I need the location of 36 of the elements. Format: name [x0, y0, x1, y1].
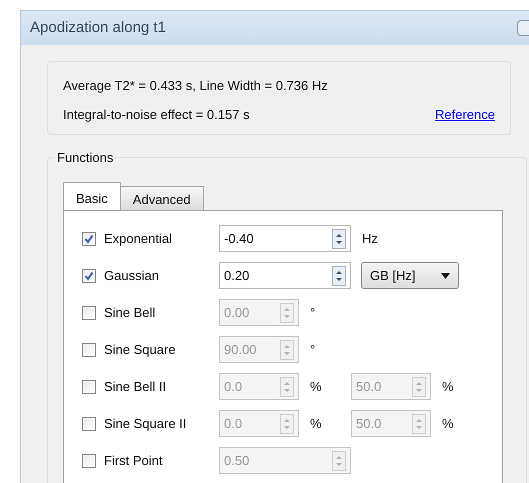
checkbox[interactable]: [82, 306, 96, 320]
function-label: Sine Square: [104, 340, 176, 359]
function-label: Sine Bell II: [104, 378, 166, 396]
check-icon: [84, 234, 94, 244]
window-title: Apodization along t1: [30, 18, 166, 38]
unit-label: °: [310, 304, 316, 322]
checkbox[interactable]: [82, 342, 96, 356]
function-label: Sine Bell: [104, 304, 156, 322]
spin-arrows-icon[interactable]: [332, 266, 346, 286]
tab[interactable]: Basic: [63, 182, 121, 210]
close-button[interactable]: [517, 20, 529, 36]
spin-field[interactable]: -0.40: [219, 225, 351, 252]
checkbox[interactable]: [82, 380, 96, 394]
function-label: Sine Square II: [104, 414, 186, 433]
dropdown-arrow-icon: [441, 272, 450, 278]
checkbox[interactable]: [82, 268, 96, 282]
info-text: Average T2* = 0.433 s, Line Width = 0.736 Hz: [63, 77, 329, 95]
reference-link[interactable]: Reference: [435, 104, 495, 124]
unit-dropdown[interactable]: GB [Hz]: [361, 262, 459, 289]
check-icon: [84, 270, 94, 280]
tab[interactable]: Advanced: [120, 186, 204, 210]
unit-label: °: [310, 340, 316, 359]
checkbox[interactable]: [82, 454, 96, 468]
function-label: Gaussian: [104, 266, 159, 285]
function-label: Exponential: [104, 230, 172, 248]
spin-arrows-icon[interactable]: [332, 228, 346, 248]
info-text: Integral-to-noise effect = 0.157 s: [63, 106, 250, 124]
unit-label: %: [310, 378, 323, 396]
checkbox[interactable]: [82, 232, 96, 246]
unit-label: %: [442, 378, 455, 396]
unit-label: %: [310, 414, 323, 433]
function-label: First Point: [104, 452, 163, 470]
checkbox[interactable]: [82, 416, 96, 430]
unit-label: %: [442, 414, 455, 433]
spin-field[interactable]: 0.20: [219, 262, 351, 289]
unit-label: Hz: [362, 230, 379, 248]
